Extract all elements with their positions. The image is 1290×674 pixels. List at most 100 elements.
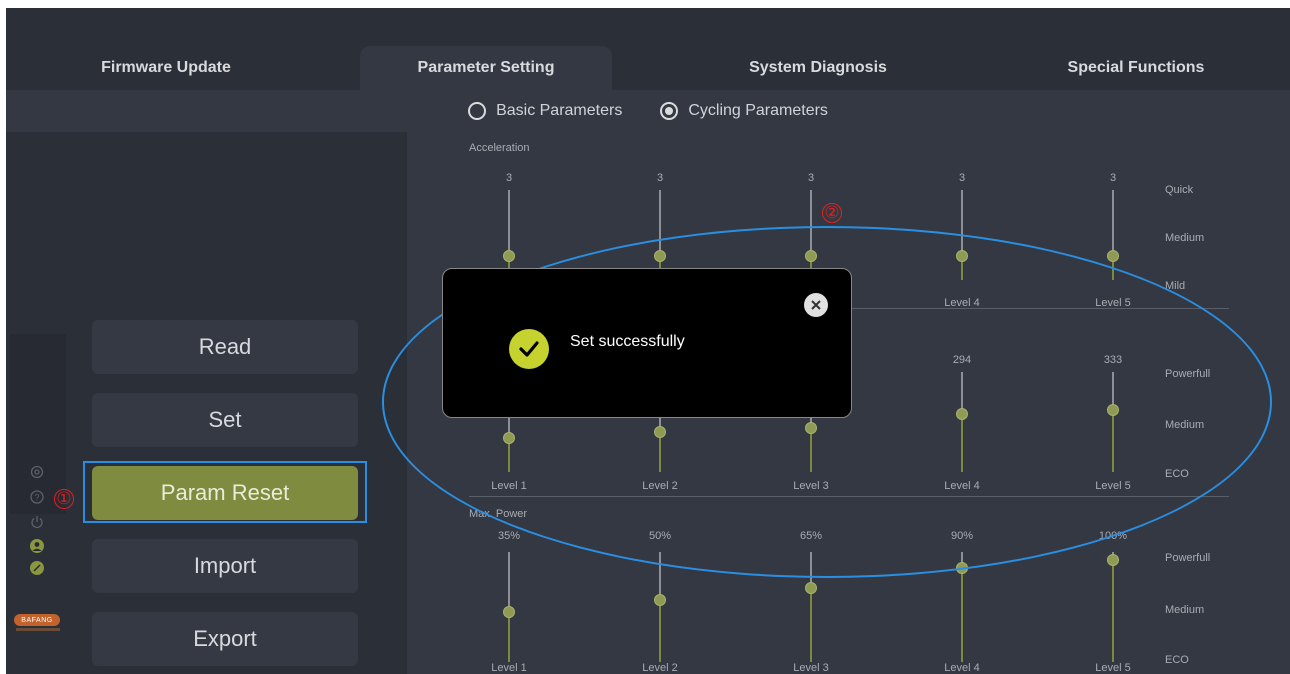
max_power-value-level-5: 100% bbox=[1098, 530, 1128, 542]
assist-slider-knob-level-4[interactable] bbox=[956, 408, 968, 420]
assist-slider-knob-level-5[interactable] bbox=[1107, 404, 1119, 416]
tab-special-functions[interactable]: Special Functions bbox=[1016, 46, 1256, 90]
acceleration-slider-level-5[interactable] bbox=[1112, 190, 1114, 280]
acceleration-value-level-1: 3 bbox=[505, 172, 513, 184]
assist-scale-label-1: Powerfull bbox=[1165, 368, 1211, 380]
max_power-value-level-1: 35% bbox=[497, 530, 521, 542]
acceleration-value-level-2: 3 bbox=[656, 172, 664, 184]
tab-system-diagnosis[interactable]: System Diagnosis bbox=[698, 46, 938, 90]
slider-track-upper bbox=[659, 190, 661, 256]
max_power-slider-level-2[interactable] bbox=[659, 552, 661, 662]
slider-track-fill bbox=[961, 568, 963, 662]
slider-track-fill bbox=[810, 428, 812, 472]
svg-text:?: ? bbox=[34, 493, 39, 503]
set-button[interactable]: Set bbox=[92, 393, 358, 447]
radio-basic-indicator[interactable] bbox=[468, 102, 487, 120]
max_power-slider-knob-level-5[interactable] bbox=[1107, 554, 1119, 566]
acceleration-slider-knob-level-2[interactable] bbox=[654, 250, 666, 262]
slider-track-fill bbox=[1112, 560, 1114, 662]
slider-track-fill bbox=[508, 612, 510, 662]
acceleration-slider-level-2[interactable] bbox=[659, 190, 661, 280]
max_power-title: Max. Power bbox=[469, 508, 528, 520]
max_power-level-label-3: Level 3 bbox=[793, 662, 829, 674]
assist-value-level-4: 294 bbox=[952, 354, 972, 366]
max_power-value-level-3: 65% bbox=[799, 530, 823, 542]
side-icon-column: ? bbox=[10, 334, 66, 575]
radio-basic-parameters[interactable]: Basic Parameters bbox=[468, 102, 622, 120]
radio-basic-label: Basic Parameters bbox=[496, 102, 623, 119]
radio-cycling-parameters[interactable]: Cycling Parameters bbox=[660, 102, 828, 120]
read-button[interactable]: Read bbox=[92, 320, 358, 374]
tab-firmware-update[interactable]: Firmware Update bbox=[46, 46, 286, 90]
assist-scale-label-2: Medium bbox=[1165, 419, 1205, 431]
max_power-slider-knob-level-2[interactable] bbox=[654, 594, 666, 606]
acceleration-slider-knob-level-4[interactable] bbox=[956, 250, 968, 262]
max_power-slider-knob-level-1[interactable] bbox=[503, 606, 515, 618]
acceleration-slider-knob-level-1[interactable] bbox=[503, 250, 515, 262]
annotation-marker-1: ① bbox=[54, 489, 74, 509]
slider-track-upper bbox=[659, 552, 661, 600]
acceleration-slider-knob-level-5[interactable] bbox=[1107, 250, 1119, 262]
assist-level-label-2: Level 2 bbox=[642, 480, 678, 492]
acceleration-scale-label-3: Mild bbox=[1165, 280, 1186, 292]
slider-track-upper bbox=[810, 190, 812, 256]
max_power-slider-knob-level-3[interactable] bbox=[805, 582, 817, 594]
acceleration-scale-label-1: Quick bbox=[1165, 184, 1194, 196]
assist-scale-label-3: ECO bbox=[1165, 468, 1189, 480]
max_power-slider-knob-level-4[interactable] bbox=[956, 562, 968, 574]
assist-slider-knob-level-2[interactable] bbox=[654, 426, 666, 438]
user-icon[interactable] bbox=[29, 538, 45, 554]
acceleration-slider-knob-level-3[interactable] bbox=[805, 250, 817, 262]
max_power-value-level-4: 90% bbox=[950, 530, 974, 542]
bafang-logo: BAFANG bbox=[14, 614, 60, 626]
max_power-level-label-5: Level 5 bbox=[1095, 662, 1131, 674]
slider-track-fill bbox=[659, 432, 661, 472]
max_power-scale-label-3: ECO bbox=[1165, 654, 1189, 666]
slider-track-upper bbox=[1112, 190, 1114, 256]
assist-slider-knob-level-1[interactable] bbox=[503, 432, 515, 444]
tab-parameter-setting[interactable]: Parameter Setting bbox=[360, 46, 612, 90]
radio-cycling-indicator[interactable] bbox=[660, 102, 679, 120]
max_power-value-level-2: 50% bbox=[648, 530, 672, 542]
assist-slider-level-4[interactable] bbox=[961, 372, 963, 472]
max_power-level-label-2: Level 2 bbox=[642, 662, 678, 674]
tab-bar: Firmware Update Parameter Setting System… bbox=[6, 8, 1290, 90]
logo-tagline-bar bbox=[16, 628, 60, 631]
assist-level-label-1: Level 1 bbox=[491, 480, 527, 492]
success-check-icon bbox=[509, 329, 549, 369]
slider-track-fill bbox=[659, 600, 661, 662]
power-icon[interactable] bbox=[29, 514, 45, 530]
slider-track-fill bbox=[810, 588, 812, 662]
acceleration-slider-level-3[interactable] bbox=[810, 190, 812, 280]
close-icon[interactable] bbox=[804, 293, 828, 317]
acceleration-slider-level-1[interactable] bbox=[508, 190, 510, 280]
slider-track-upper bbox=[508, 190, 510, 256]
success-dialog: Set successfully bbox=[442, 268, 852, 418]
acceleration-scale-label-2: Medium bbox=[1165, 232, 1205, 244]
max_power-slider-level-5[interactable] bbox=[1112, 552, 1114, 662]
max_power-scale-label-1: Powerfull bbox=[1165, 552, 1211, 564]
assist-slider-level-5[interactable] bbox=[1112, 372, 1114, 472]
help-icon[interactable]: ? bbox=[29, 489, 45, 505]
assist-level-label-5: Level 5 bbox=[1095, 480, 1131, 492]
param-reset-highlight bbox=[83, 461, 367, 523]
max_power-scale-label-2: Medium bbox=[1165, 604, 1205, 616]
acceleration-slider-level-4[interactable] bbox=[961, 190, 963, 280]
radio-cycling-label: Cycling Parameters bbox=[688, 102, 828, 119]
export-button[interactable]: Export bbox=[92, 612, 358, 666]
parameter-type-bar: Basic Parameters Cycling Parameters bbox=[6, 90, 1290, 132]
settings-icon[interactable] bbox=[29, 464, 45, 480]
acceleration-value-level-3: 3 bbox=[807, 172, 815, 184]
max_power-slider-level-3[interactable] bbox=[810, 552, 812, 662]
app-window: Firmware Update Parameter Setting System… bbox=[6, 8, 1290, 674]
dialog-message: Set successfully bbox=[570, 333, 685, 350]
max_power-level-label-1: Level 1 bbox=[491, 662, 527, 674]
acceleration-value-level-4: 3 bbox=[958, 172, 966, 184]
assist-value-level-5: 333 bbox=[1103, 354, 1123, 366]
left-panel: Read Set Param Reset Import Export bbox=[6, 132, 406, 674]
link-icon[interactable] bbox=[29, 560, 45, 576]
assist-level-label-4: Level 4 bbox=[944, 480, 980, 492]
slider-track-upper bbox=[961, 190, 963, 256]
assist-slider-knob-level-3[interactable] bbox=[805, 422, 817, 434]
import-button[interactable]: Import bbox=[92, 539, 358, 593]
